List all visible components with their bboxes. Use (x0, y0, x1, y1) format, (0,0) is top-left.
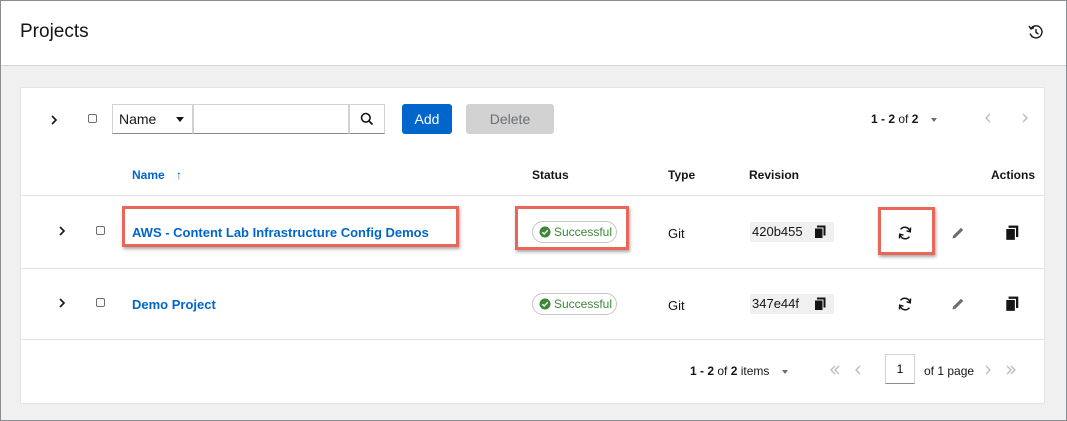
check-circle-icon (539, 226, 551, 238)
page-title: Projects (20, 21, 89, 42)
filter-field-value: Name (119, 111, 157, 127)
pagination-total: 2 (730, 364, 738, 378)
first-page-icon[interactable] (828, 364, 842, 376)
row-checkbox[interactable] (96, 298, 105, 307)
revision-value: 347e44f (752, 296, 799, 311)
next-page-icon[interactable] (983, 364, 993, 376)
edit-pencil-icon[interactable] (950, 296, 966, 312)
column-header-status[interactable]: Status (532, 168, 569, 182)
current-page-input[interactable] (885, 354, 915, 384)
row-divider (21, 339, 1044, 340)
column-header-name-label: Name (132, 168, 165, 182)
last-page-icon[interactable] (1004, 364, 1018, 376)
copy-icon[interactable] (1004, 296, 1020, 312)
column-header-name[interactable]: Name ↑ (132, 168, 182, 182)
pagination-of: of (717, 364, 728, 378)
type-cell: Git (668, 226, 685, 241)
next-page-icon[interactable] (1020, 112, 1030, 124)
column-header-actions: Actions (991, 168, 1036, 182)
chevron-down-icon (781, 369, 788, 374)
status-badge[interactable]: Successful (532, 293, 617, 315)
pagination-range: 1 - 2 (690, 364, 715, 378)
delete-button[interactable]: Delete (466, 104, 554, 134)
chevron-down-icon (930, 117, 937, 122)
revision-cell: 420b455 (750, 222, 834, 242)
status-label: Successful (554, 225, 613, 239)
chevron-down-icon (176, 117, 184, 122)
row-checkbox[interactable] (96, 226, 105, 235)
sort-ascending-icon: ↑ (176, 168, 183, 182)
of-pages-label: of 1 page (924, 364, 975, 378)
add-button[interactable]: Add (402, 104, 452, 134)
search-icon (360, 112, 374, 126)
status-label: Successful (554, 297, 613, 311)
type-cell: Git (668, 298, 685, 313)
column-header-revision[interactable]: Revision (749, 168, 799, 182)
revision-cell: 347e44f (750, 294, 834, 314)
revision-value: 420b455 (752, 224, 803, 239)
previous-page-icon[interactable] (983, 112, 993, 124)
previous-page-icon[interactable] (853, 364, 863, 376)
project-name-link[interactable]: AWS - Content Lab Infrastructure Config … (132, 225, 429, 240)
edit-pencil-icon[interactable] (950, 225, 966, 241)
copy-icon[interactable] (1004, 225, 1020, 241)
pagination-total: 2 (911, 112, 919, 126)
filter-field-select[interactable]: Name (112, 104, 193, 134)
pagination-items-label: items (740, 364, 770, 378)
projects-card: Name Add Delete 1 - 2 of 2 Name ↑ Status… (20, 87, 1045, 404)
search-input[interactable] (193, 104, 349, 134)
sync-icon[interactable] (897, 225, 913, 241)
status-badge[interactable]: Successful (532, 221, 617, 243)
select-all-checkbox[interactable] (88, 114, 97, 123)
history-icon[interactable] (1028, 24, 1044, 40)
page-header: Projects (1, 1, 1066, 66)
pagination-range: 1 - 2 (871, 112, 896, 126)
row-divider (21, 268, 1044, 269)
row-expand-icon[interactable] (57, 297, 67, 309)
app-frame: Projects Name Add Delete 1 - 2 of 2 Name… (0, 0, 1067, 421)
copy-icon[interactable] (814, 297, 826, 311)
project-name-link[interactable]: Demo Project (132, 297, 216, 312)
search-button[interactable] (349, 104, 385, 134)
pagination-toggle-bottom[interactable]: 1 - 2 of 2 items (690, 364, 788, 378)
column-header-type[interactable]: Type (668, 168, 695, 182)
sync-icon[interactable] (897, 296, 913, 312)
pagination-toggle-top[interactable]: 1 - 2 of 2 (871, 112, 937, 126)
pagination-of: of (898, 112, 909, 126)
row-divider (21, 195, 1044, 196)
row-expand-icon[interactable] (57, 225, 67, 237)
copy-icon[interactable] (814, 225, 826, 239)
expand-all-icon[interactable] (49, 114, 59, 126)
check-circle-icon (539, 298, 551, 310)
